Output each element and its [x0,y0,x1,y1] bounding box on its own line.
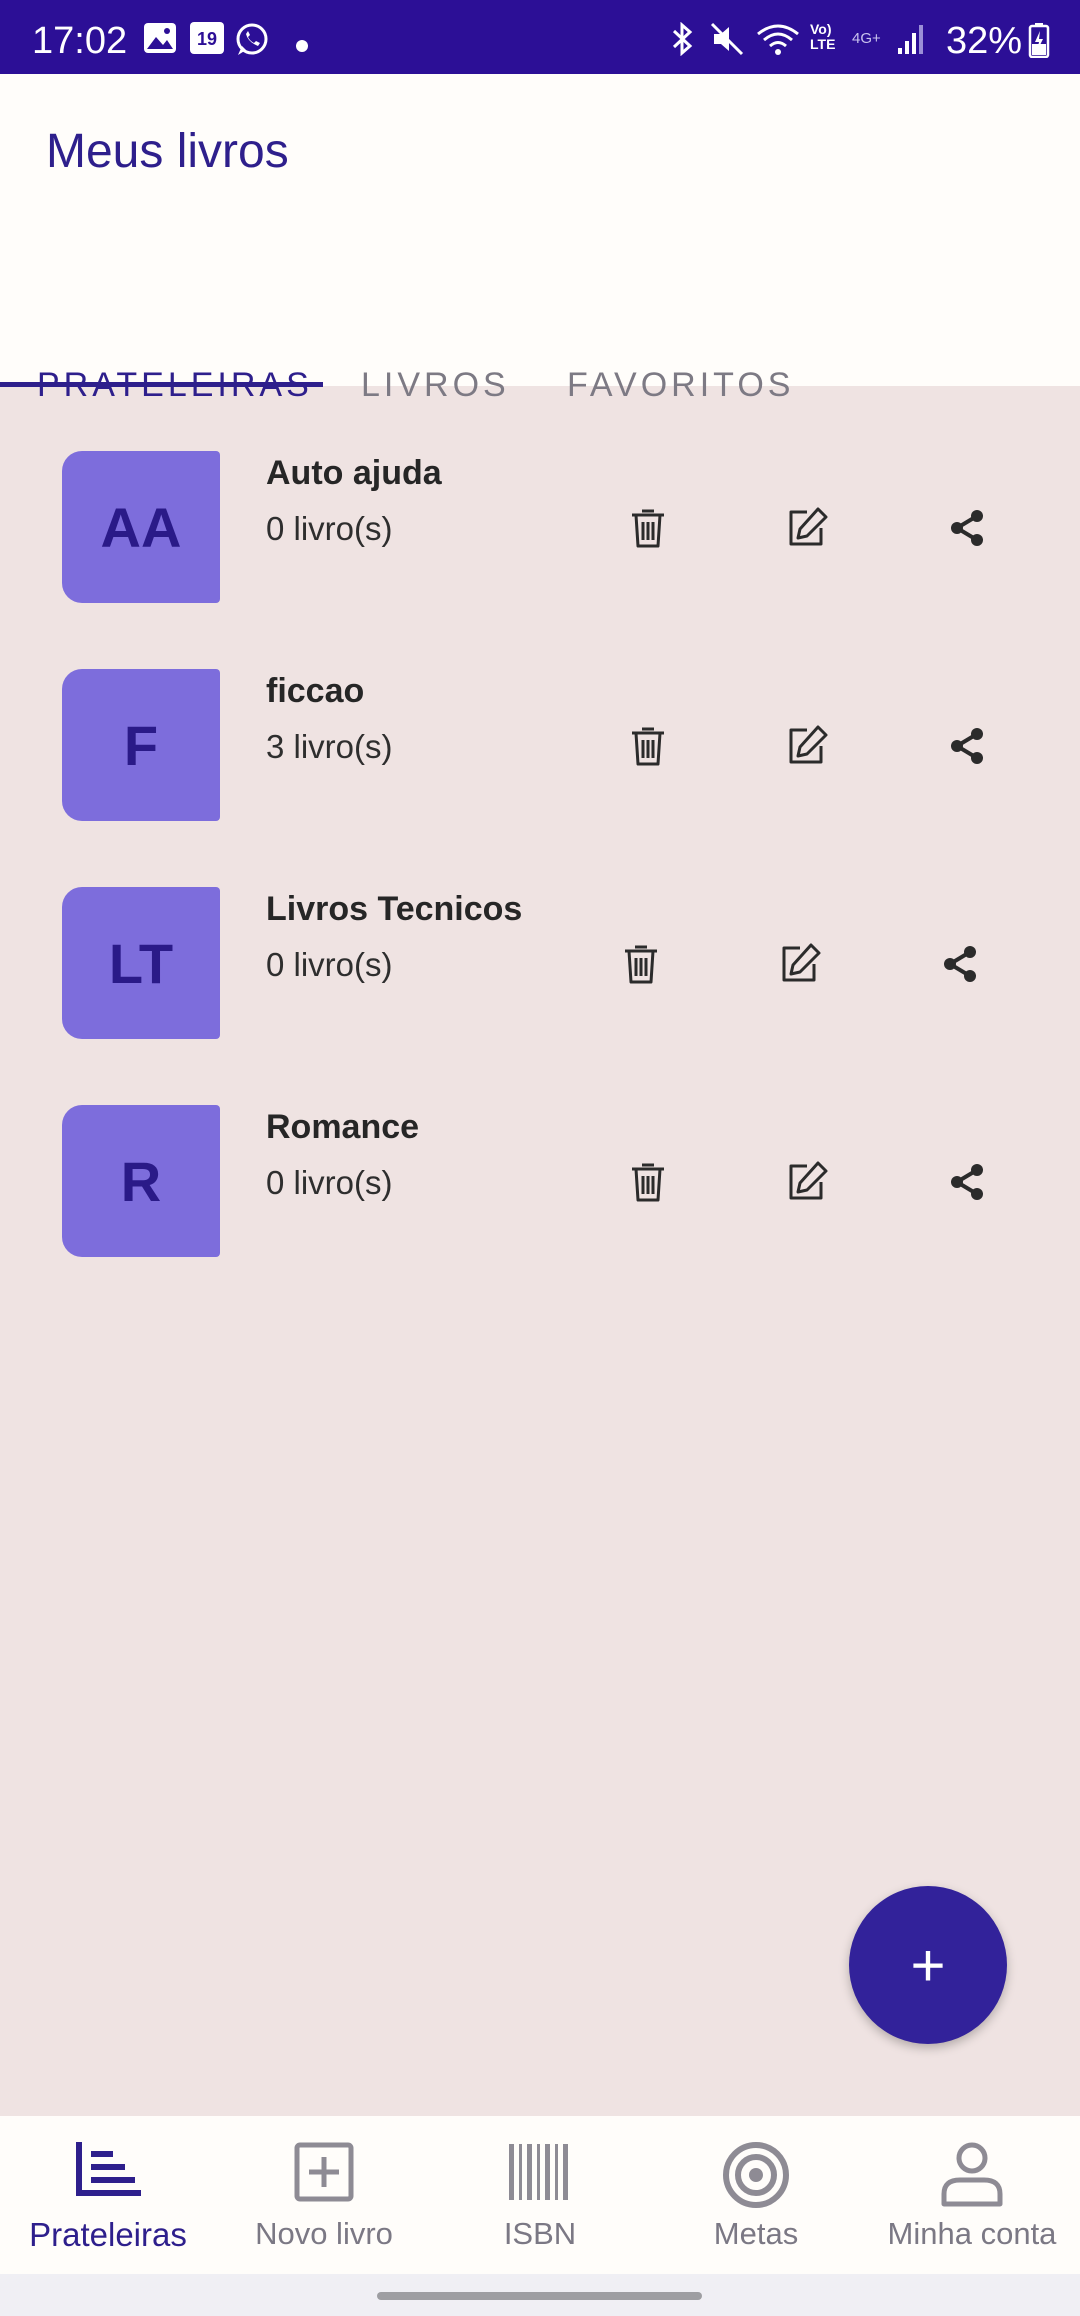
system-gesture-bar [0,2274,1080,2316]
shelf-count: 0 livro(s) [266,1164,393,1201]
delete-button[interactable] [624,1158,672,1206]
network-gen-label: 4G+ [852,30,881,47]
edit-icon [789,507,828,546]
signal-icon [898,25,923,54]
nav-label: Novo livro [255,2216,393,2251]
delete-button[interactable] [624,504,672,552]
tab-favoritos[interactable]: FAVORITOS [567,284,794,404]
page-title: Meus livros [46,125,289,178]
trash-icon [632,727,664,766]
calendar-icon: 19 [190,22,224,54]
bluetooth-icon [672,22,693,56]
shelf-row[interactable]: AA Auto ajuda 0 livro(s) [0,386,1080,603]
share-button[interactable] [936,940,984,988]
tab-prateleiras[interactable]: PRATELEIRAS [37,284,313,404]
whatsapp-icon [236,23,268,55]
nav-label: Prateleiras [29,2216,187,2253]
plus-icon: + [910,1931,946,1999]
delete-button[interactable] [624,722,672,770]
shelf-avatar: AA [62,451,220,603]
person-icon [941,2142,1003,2207]
shelf-row[interactable]: LT Livros Tecnicos 0 livro(s) [0,822,1080,1039]
add-shelf-fab[interactable]: + [849,1886,1007,2044]
trash-icon [632,1163,664,1202]
app-bar: Meus livros PRATELEIRAS LIVROS FAVORITOS [0,74,1080,404]
tab-livros[interactable]: LIVROS [361,284,510,404]
edit-button[interactable] [783,504,831,552]
nav-item-metas[interactable]: Metas [648,2116,864,2274]
share-button[interactable] [943,504,991,552]
shelf-name: Livros Tecnicos [266,890,523,928]
gesture-handle[interactable] [377,2292,702,2300]
nav-item-prateleiras[interactable]: Prateleiras [0,2116,216,2274]
status-bar: 17:02 19 Vo) LTE 4G+ 32% [0,0,1080,74]
share-icon [951,728,983,764]
shelf-avatar: R [62,1105,220,1257]
volte-label: Vo) LTE [810,21,836,52]
trash-icon [625,945,657,984]
gallery-icon [144,23,176,53]
edit-button[interactable] [783,1158,831,1206]
mute-icon [710,22,744,56]
nav-item-minha-conta[interactable]: Minha conta [864,2116,1080,2274]
wifi-icon [757,24,799,55]
share-button[interactable] [943,1158,991,1206]
bottom-navigation: Prateleiras Novo livro ISBN Metas Minha … [0,2116,1080,2274]
edit-icon [789,725,828,764]
shelf-row[interactable]: F ficcao 3 livro(s) [0,604,1080,821]
trash-icon [632,509,664,548]
barcode-icon [509,2144,568,2200]
tab-bar: PRATELEIRAS LIVROS FAVORITOS [0,284,1080,404]
share-button[interactable] [943,722,991,770]
nav-label: Metas [713,2216,799,2251]
shelf-count: 0 livro(s) [266,946,393,983]
delete-button[interactable] [617,940,665,988]
shelf-avatar: LT [62,887,220,1039]
edit-icon [789,1161,828,1200]
shelf-avatar: F [62,669,220,821]
notification-dot-icon [296,40,308,52]
shelf-name: ficcao [266,672,365,710]
battery-charging-icon [1028,23,1050,58]
edit-button[interactable] [783,722,831,770]
nav-item-novo-livro[interactable]: Novo livro [216,2116,432,2274]
nav-label: Minha conta [887,2216,1057,2251]
shelf-name: Romance [266,1108,420,1146]
share-icon [944,946,976,982]
edit-button[interactable] [776,940,824,988]
shelf-name: Auto ajuda [266,454,442,492]
status-time: 17:02 [32,20,128,62]
share-icon [951,1164,983,1200]
shelf-count: 0 livro(s) [266,510,393,547]
shelf-count: 3 livro(s) [266,728,393,765]
nav-label: ISBN [503,2216,577,2251]
battery-percentage: 32% [945,20,1022,62]
target-icon [723,2142,789,2208]
share-icon [951,510,983,546]
shelf-row[interactable]: R Romance 0 livro(s) [0,1040,1080,1257]
edit-icon [782,943,821,982]
add-box-icon [294,2142,354,2202]
shelves-icon [76,2142,141,2196]
nav-item-isbn[interactable]: ISBN [432,2116,648,2274]
